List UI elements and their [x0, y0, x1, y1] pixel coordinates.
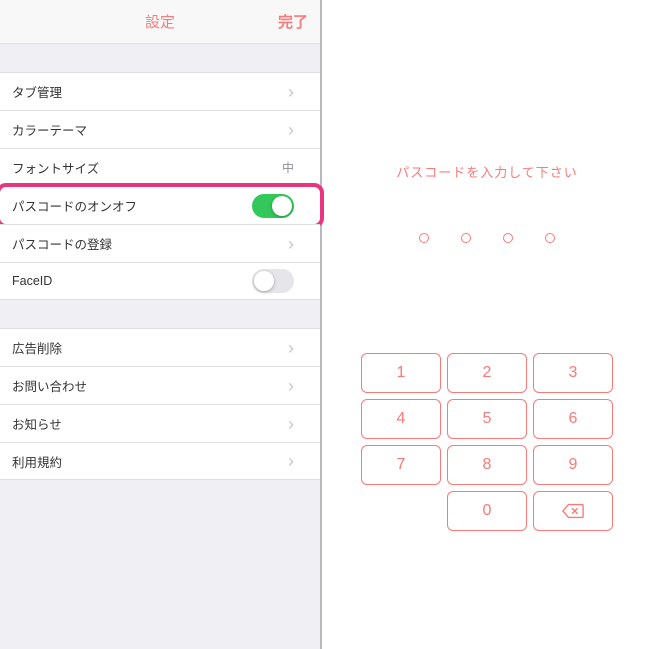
key-3[interactable]: 3 — [533, 353, 613, 393]
passcode-dots — [419, 233, 555, 243]
passcode-dot — [419, 233, 429, 243]
chevron-right-icon: › — [288, 452, 294, 470]
done-button[interactable]: 完了 — [278, 11, 308, 32]
chevron-right-icon: › — [288, 235, 294, 253]
passcode-prompt: パスコードを入力して下さい — [396, 162, 578, 181]
passcode-switch[interactable] — [252, 194, 294, 218]
key-8[interactable]: 8 — [447, 445, 527, 485]
nav-bar: 設定 完了 — [0, 0, 320, 44]
row-value: 中 — [282, 159, 294, 176]
key-0[interactable]: 0 — [447, 491, 527, 531]
key-5[interactable]: 5 — [447, 399, 527, 439]
passcode-pane: パスコードを入力して下さい 1 2 3 4 5 6 7 8 9 0 — [322, 0, 652, 649]
passcode-dot — [503, 233, 513, 243]
row-label: お問い合わせ — [12, 376, 288, 395]
row-label: 利用規約 — [12, 452, 288, 471]
faceid-switch[interactable] — [252, 269, 294, 293]
key-blank — [361, 491, 441, 531]
key-9[interactable]: 9 — [533, 445, 613, 485]
row-passcode-register[interactable]: パスコードの登録 › — [0, 224, 320, 262]
row-news[interactable]: お知らせ › — [0, 404, 320, 442]
keypad: 1 2 3 4 5 6 7 8 9 0 — [361, 353, 613, 531]
chevron-right-icon: › — [288, 339, 294, 357]
key-7[interactable]: 7 — [361, 445, 441, 485]
chevron-right-icon: › — [288, 415, 294, 433]
row-contact[interactable]: お問い合わせ › — [0, 366, 320, 404]
row-label: FaceID — [12, 274, 252, 288]
backspace-icon — [562, 503, 584, 519]
key-6[interactable]: 6 — [533, 399, 613, 439]
passcode-dot — [545, 233, 555, 243]
settings-pane: 設定 完了 タブ管理 › カラーテーマ › フォントサイズ 中 パスコードのオン… — [0, 0, 322, 649]
chevron-right-icon: › — [288, 377, 294, 395]
row-label: お知らせ — [12, 414, 288, 433]
row-label: パスコードの登録 — [12, 234, 288, 253]
row-color-theme[interactable]: カラーテーマ › — [0, 110, 320, 148]
row-label: 広告削除 — [12, 338, 288, 357]
section-gap — [0, 300, 320, 328]
row-faceid[interactable]: FaceID — [0, 262, 320, 300]
row-remove-ads[interactable]: 広告削除 › — [0, 328, 320, 366]
key-4[interactable]: 4 — [361, 399, 441, 439]
chevron-right-icon: › — [288, 83, 294, 101]
row-tab-management[interactable]: タブ管理 › — [0, 72, 320, 110]
row-label: パスコードのオンオフ — [12, 196, 252, 215]
section-gap — [0, 44, 320, 72]
key-2[interactable]: 2 — [447, 353, 527, 393]
nav-title: 設定 — [145, 11, 175, 32]
row-terms[interactable]: 利用規約 › — [0, 442, 320, 480]
key-backspace[interactable] — [533, 491, 613, 531]
chevron-right-icon: › — [288, 121, 294, 139]
key-1[interactable]: 1 — [361, 353, 441, 393]
row-font-size[interactable]: フォントサイズ 中 — [0, 148, 320, 186]
row-label: カラーテーマ — [12, 120, 288, 139]
row-passcode-toggle[interactable]: パスコードのオンオフ — [0, 186, 320, 224]
row-label: フォントサイズ — [12, 158, 282, 177]
passcode-dot — [461, 233, 471, 243]
row-label: タブ管理 — [12, 82, 288, 101]
